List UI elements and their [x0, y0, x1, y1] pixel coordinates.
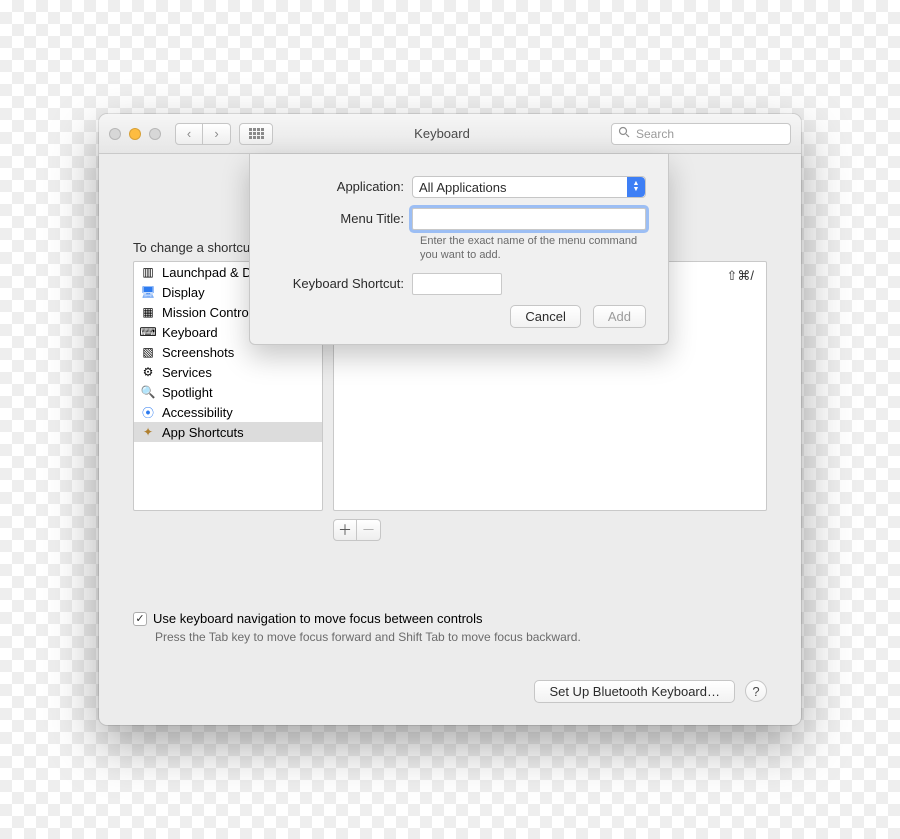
forward-button[interactable]: › [203, 123, 231, 145]
application-popup[interactable]: All Applications ▲▼ [412, 176, 646, 198]
plus-icon: ＋ [338, 520, 352, 540]
search-placeholder: Search [636, 127, 674, 141]
grid-icon [249, 128, 264, 139]
display-icon: 🖥 [140, 284, 156, 300]
shortcut-readout: ⇧⌘/ [726, 268, 754, 284]
shortcut-input[interactable] [412, 273, 502, 295]
keyboard-nav-checkbox[interactable]: ✓ [133, 612, 147, 626]
application-label: Application: [272, 176, 412, 194]
accessibility-icon: ⦿ [140, 404, 156, 420]
application-value: All Applications [419, 180, 506, 195]
help-button[interactable]: ? [745, 680, 767, 702]
chevron-updown-icon: ▲▼ [627, 177, 645, 197]
category-item-accessibility[interactable]: ⦿Accessibility [134, 402, 322, 422]
chevron-right-icon: › [214, 126, 218, 141]
services-icon: ⚙ [140, 364, 156, 380]
preferences-window: ‹ › Keyboard Search To change a shortcut… [99, 114, 801, 725]
search-field[interactable]: Search [611, 123, 791, 145]
bluetooth-keyboard-button[interactable]: Set Up Bluetooth Keyboard… [534, 680, 735, 703]
menu-title-helper: Enter the exact name of the menu command… [420, 234, 646, 263]
keyboard-nav-label: Use keyboard navigation to move focus be… [153, 611, 483, 626]
add-shortcut-button[interactable]: ＋ [333, 519, 357, 541]
shortcut-label: Keyboard Shortcut: [272, 273, 412, 291]
chevron-left-icon: ‹ [187, 126, 191, 141]
menu-title-label: Menu Title: [272, 208, 412, 226]
category-item-app-shortcuts[interactable]: ✦App Shortcuts [134, 422, 322, 442]
minus-icon: － [362, 520, 376, 540]
remove-shortcut-button[interactable]: － [357, 519, 381, 541]
footer: Set Up Bluetooth Keyboard… ? [133, 680, 767, 703]
minimize-button-icon[interactable] [129, 128, 141, 140]
keyboard-icon: ⌨ [140, 324, 156, 340]
app-shortcuts-icon: ✦ [140, 424, 156, 440]
add-button[interactable]: Add [593, 305, 646, 328]
search-icon [618, 126, 630, 141]
traffic-lights [109, 128, 161, 140]
add-shortcut-sheet: Application: All Applications ▲▼ Menu Ti… [249, 154, 669, 345]
help-icon: ? [752, 684, 759, 699]
sheet-buttons: Cancel Add [272, 305, 646, 328]
menu-title-input[interactable] [412, 208, 646, 230]
cancel-button[interactable]: Cancel [510, 305, 580, 328]
add-remove-buttons: ＋ － [333, 519, 767, 541]
keyboard-nav-subhint: Press the Tab key to move focus forward … [155, 630, 767, 644]
category-item-services[interactable]: ⚙Services [134, 362, 322, 382]
nav-buttons: ‹ › [175, 123, 231, 145]
category-item-screenshots[interactable]: ▧Screenshots [134, 342, 322, 362]
back-button[interactable]: ‹ [175, 123, 203, 145]
titlebar: ‹ › Keyboard Search [99, 114, 801, 154]
window-title: Keyboard [273, 126, 611, 141]
keyboard-nav-row: ✓ Use keyboard navigation to move focus … [133, 611, 767, 626]
screenshot-icon: ▧ [140, 344, 156, 360]
show-all-button[interactable] [239, 123, 273, 145]
zoom-button-icon[interactable] [149, 128, 161, 140]
mission-control-icon: ▦ [140, 304, 156, 320]
spotlight-icon: 🔍 [140, 384, 156, 400]
close-button-icon[interactable] [109, 128, 121, 140]
launchpad-icon: ▥ [140, 264, 156, 280]
category-item-spotlight[interactable]: 🔍Spotlight [134, 382, 322, 402]
